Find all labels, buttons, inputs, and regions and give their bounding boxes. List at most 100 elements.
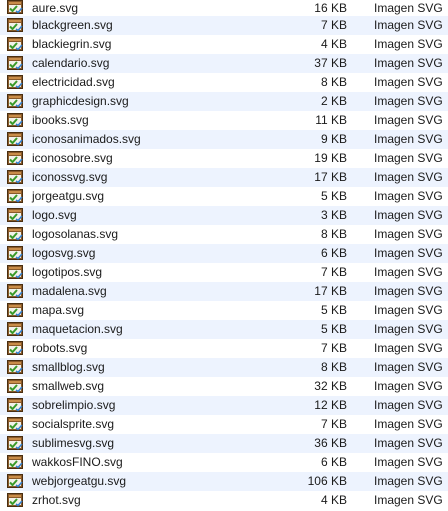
file-row[interactable]: zrhot.svg 4 KB Imagen SVG xyxy=(0,491,448,510)
file-name[interactable]: electricidad.svg xyxy=(32,73,115,92)
svg-file-icon xyxy=(7,132,25,147)
file-row[interactable]: maquetacion.svg 5 KB Imagen SVG xyxy=(0,320,448,339)
file-name[interactable]: socialsprite.svg xyxy=(32,415,114,434)
file-kind: Imagen SVG xyxy=(374,379,443,393)
file-kind: Imagen SVG xyxy=(374,75,443,89)
file-row[interactable]: iconossvg.svg 17 KB Imagen SVG xyxy=(0,168,448,187)
file-size: 4 KB xyxy=(320,493,347,507)
file-row[interactable]: smallblog.svg 8 KB Imagen SVG xyxy=(0,358,448,377)
file-kind: Imagen SVG xyxy=(374,189,443,203)
file-name[interactable]: robots.svg xyxy=(32,339,87,358)
file-row[interactable]: madalena.svg 17 KB Imagen SVG xyxy=(0,282,448,301)
file-name[interactable]: logosvg.svg xyxy=(32,244,95,263)
svg-file-icon xyxy=(7,417,25,432)
file-name[interactable]: smallweb.svg xyxy=(32,377,104,396)
file-size: 7 KB xyxy=(320,341,347,355)
file-kind: Imagen SVG xyxy=(374,1,443,15)
file-size: 5 KB xyxy=(320,189,347,203)
svg-file-icon xyxy=(7,151,25,166)
file-name[interactable]: jorgeatgu.svg xyxy=(32,187,104,206)
file-name[interactable]: wakkosFINO.svg xyxy=(32,453,123,472)
svg-file-icon xyxy=(7,113,25,128)
file-kind: Imagen SVG xyxy=(374,227,443,241)
file-row[interactable]: logosolanas.svg 8 KB Imagen SVG xyxy=(0,225,448,244)
file-row[interactable]: iconosobre.svg 19 KB Imagen SVG xyxy=(0,149,448,168)
file-name[interactable]: webjorgeatgu.svg xyxy=(32,472,126,491)
file-name[interactable]: sobrelimpio.svg xyxy=(32,396,115,415)
file-row[interactable]: iconosanimados.svg 9 KB Imagen SVG xyxy=(0,130,448,149)
file-name[interactable]: madalena.svg xyxy=(32,282,107,301)
file-row[interactable]: logotipos.svg 7 KB Imagen SVG xyxy=(0,263,448,282)
file-row[interactable]: sobrelimpio.svg 12 KB Imagen SVG xyxy=(0,396,448,415)
file-name[interactable]: iconosobre.svg xyxy=(32,149,113,168)
file-size: 5 KB xyxy=(320,322,347,336)
file-kind: Imagen SVG xyxy=(374,303,443,317)
svg-file-icon xyxy=(7,436,25,451)
file-name[interactable]: logosolanas.svg xyxy=(32,225,118,244)
file-kind: Imagen SVG xyxy=(374,398,443,412)
file-size: 17 KB xyxy=(314,170,347,184)
file-size: 36 KB xyxy=(314,436,347,450)
file-size: 19 KB xyxy=(314,151,347,165)
file-row[interactable]: calendario.svg 37 KB Imagen SVG xyxy=(0,54,448,73)
file-name[interactable]: mapa.svg xyxy=(32,301,84,320)
file-name[interactable]: smallblog.svg xyxy=(32,358,105,377)
file-row[interactable]: sublimesvg.svg 36 KB Imagen SVG xyxy=(0,434,448,453)
file-name[interactable]: blackiegrin.svg xyxy=(32,35,111,54)
file-row[interactable]: electricidad.svg 8 KB Imagen SVG xyxy=(0,73,448,92)
file-size: 106 KB xyxy=(307,474,347,488)
file-row[interactable]: ibooks.svg 11 KB Imagen SVG xyxy=(0,111,448,130)
file-kind: Imagen SVG xyxy=(374,436,443,450)
svg-file-icon xyxy=(7,474,25,489)
file-name[interactable]: calendario.svg xyxy=(32,54,109,73)
file-kind: Imagen SVG xyxy=(374,94,443,108)
file-kind: Imagen SVG xyxy=(374,18,443,32)
svg-file-icon xyxy=(7,56,25,71)
file-row[interactable]: aure.svg 16 KB Imagen SVG xyxy=(0,0,448,16)
svg-file-icon xyxy=(7,189,25,204)
file-row[interactable]: smallweb.svg 32 KB Imagen SVG xyxy=(0,377,448,396)
svg-file-icon xyxy=(7,0,25,15)
svg-file-icon xyxy=(7,265,25,280)
file-row[interactable]: mapa.svg 5 KB Imagen SVG xyxy=(0,301,448,320)
file-kind: Imagen SVG xyxy=(374,455,443,469)
file-size: 16 KB xyxy=(314,1,347,15)
file-kind: Imagen SVG xyxy=(374,246,443,260)
file-name[interactable]: blackgreen.svg xyxy=(32,16,113,35)
file-name[interactable]: iconossvg.svg xyxy=(32,168,107,187)
file-kind: Imagen SVG xyxy=(374,284,443,298)
svg-file-icon xyxy=(7,303,25,318)
svg-file-icon xyxy=(7,322,25,337)
file-row[interactable]: socialsprite.svg 7 KB Imagen SVG xyxy=(0,415,448,434)
file-row[interactable]: wakkosFINO.svg 6 KB Imagen SVG xyxy=(0,453,448,472)
file-row[interactable]: logo.svg 3 KB Imagen SVG xyxy=(0,206,448,225)
file-kind: Imagen SVG xyxy=(374,132,443,146)
file-row[interactable]: logosvg.svg 6 KB Imagen SVG xyxy=(0,244,448,263)
file-row[interactable]: blackgreen.svg 7 KB Imagen SVG xyxy=(0,16,448,35)
file-name[interactable]: iconosanimados.svg xyxy=(32,130,141,149)
file-size: 11 KB xyxy=(315,113,347,127)
svg-file-icon xyxy=(7,37,25,52)
file-name[interactable]: zrhot.svg xyxy=(32,491,81,510)
file-name[interactable]: aure.svg xyxy=(32,0,78,16)
file-size: 4 KB xyxy=(320,37,347,51)
file-name[interactable]: ibooks.svg xyxy=(32,111,89,130)
file-name[interactable]: graphicdesign.svg xyxy=(32,92,129,111)
file-row[interactable]: graphicdesign.svg 2 KB Imagen SVG xyxy=(0,92,448,111)
file-kind: Imagen SVG xyxy=(374,265,443,279)
svg-file-icon xyxy=(7,493,25,508)
file-kind: Imagen SVG xyxy=(374,360,443,374)
file-row[interactable]: blackiegrin.svg 4 KB Imagen SVG xyxy=(0,35,448,54)
svg-file-icon xyxy=(7,170,25,185)
svg-file-icon xyxy=(7,75,25,90)
file-row[interactable]: jorgeatgu.svg 5 KB Imagen SVG xyxy=(0,187,448,206)
file-name[interactable]: logo.svg xyxy=(32,206,77,225)
file-size: 7 KB xyxy=(320,417,347,431)
file-name[interactable]: logotipos.svg xyxy=(32,263,102,282)
file-row[interactable]: robots.svg 7 KB Imagen SVG xyxy=(0,339,448,358)
file-size: 12 KB xyxy=(314,398,347,412)
file-name[interactable]: maquetacion.svg xyxy=(32,320,123,339)
file-rows: aure.svg 16 KB Imagen SVG blackgreen.svg 7 K… xyxy=(0,0,448,510)
file-name[interactable]: sublimesvg.svg xyxy=(32,434,114,453)
file-row[interactable]: webjorgeatgu.svg 106 KB Imagen SVG xyxy=(0,472,448,491)
